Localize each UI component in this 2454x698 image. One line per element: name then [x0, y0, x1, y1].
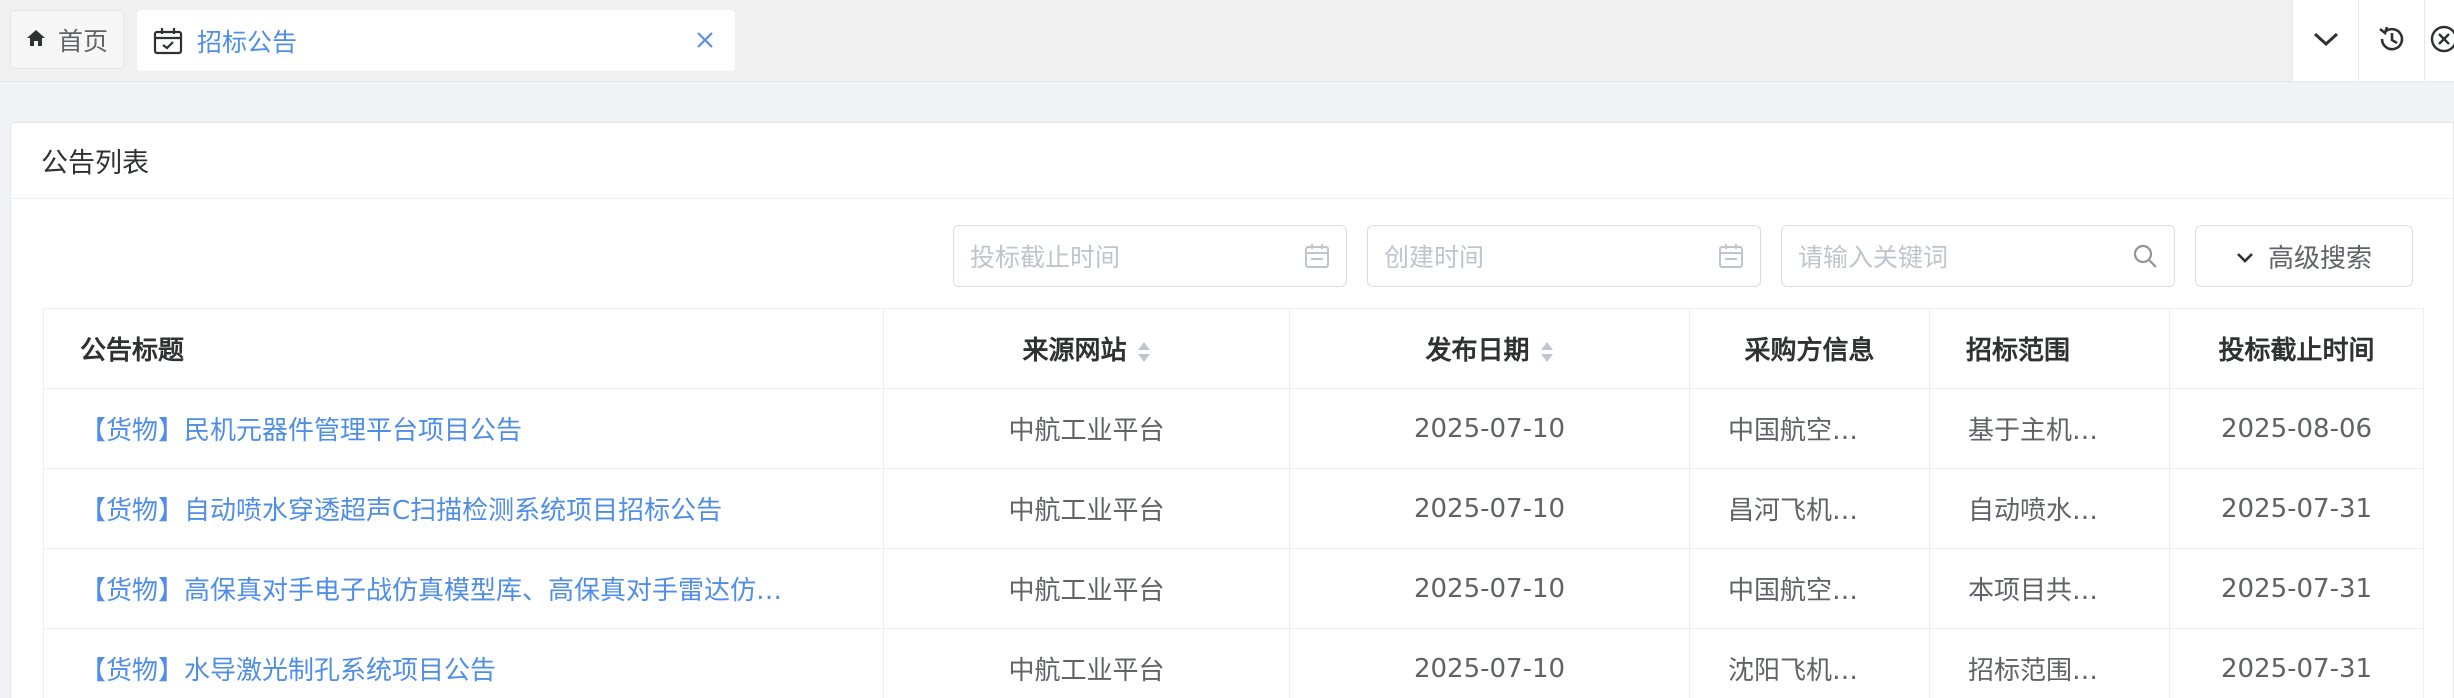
- row-buyer: 昌河飞机…: [1689, 468, 1930, 549]
- announcement-card: 公告列表 投标截止时间 创建时间 请输入关键词 高级搜索 公告标题 来源网站 发…: [10, 122, 2454, 698]
- row-range: 招标范围…: [1929, 628, 2170, 698]
- announcement-table: 公告标题 来源网站 发布日期 采购方信息 招标范围 投标截止时间 【货物】民机元…: [43, 308, 2424, 698]
- header-source[interactable]: 来源网站: [883, 308, 1290, 389]
- row-source: 中航工业平台: [883, 548, 1290, 629]
- table-row: 【货物】民机元器件管理平台项目公告 中航工业平台 2025-07-10 中国航空…: [43, 388, 2424, 469]
- row-date: 2025-07-10: [1289, 628, 1690, 698]
- history-icon: [2376, 23, 2408, 59]
- row-date: 2025-07-10: [1289, 388, 1690, 469]
- row-source: 中航工业平台: [883, 628, 1290, 698]
- search-icon: [2132, 243, 2158, 275]
- row-title-link[interactable]: 【货物】水导激光制孔系统项目公告: [43, 628, 884, 698]
- header-date[interactable]: 发布日期: [1289, 308, 1690, 389]
- row-deadline: 2025-07-31: [2169, 628, 2424, 698]
- tab-active-label: 招标公告: [197, 27, 298, 57]
- row-buyer: 沈阳飞机…: [1689, 628, 1930, 698]
- row-source: 中航工业平台: [883, 468, 1290, 549]
- row-deadline: 2025-07-31: [2169, 468, 2424, 549]
- sort-icon[interactable]: [1137, 340, 1151, 364]
- header-title: 公告标题: [43, 308, 884, 389]
- row-deadline: 2025-08-06: [2169, 388, 2424, 469]
- row-title-link[interactable]: 【货物】高保真对手电子战仿真模型库、高保真对手雷达仿…: [43, 548, 884, 629]
- deadline-date-picker[interactable]: 投标截止时间: [953, 225, 1347, 287]
- row-date: 2025-07-10: [1289, 468, 1690, 549]
- row-buyer: 中国航空…: [1689, 548, 1930, 629]
- row-title-link[interactable]: 【货物】自动喷水穿透超声C扫描检测系统项目招标公告: [43, 468, 884, 549]
- row-date: 2025-07-10: [1289, 548, 1690, 629]
- chevron-down-icon: [2313, 31, 2339, 51]
- row-range: 自动喷水…: [1929, 468, 2170, 549]
- created-date-picker[interactable]: 创建时间: [1367, 225, 1761, 287]
- close-all-button[interactable]: [2424, 0, 2454, 81]
- row-range: 基于主机…: [1929, 388, 2170, 469]
- close-icon[interactable]: [691, 26, 719, 54]
- history-button[interactable]: [2358, 0, 2424, 81]
- tab-home-label: 首页: [57, 26, 108, 56]
- tab-tools: [2292, 0, 2454, 81]
- row-deadline: 2025-07-31: [2169, 548, 2424, 629]
- sort-icon[interactable]: [1540, 340, 1554, 364]
- header-buyer: 采购方信息: [1689, 308, 1930, 389]
- keyword-search-input[interactable]: 请输入关键词: [1781, 225, 2175, 287]
- circle-close-icon: [2429, 24, 2454, 58]
- tab-bar: 首页 招标公告: [0, 0, 2454, 82]
- deadline-placeholder: 投标截止时间: [970, 243, 1121, 272]
- tab-home[interactable]: 首页: [10, 10, 124, 69]
- advanced-search-button[interactable]: 高级搜索: [2195, 225, 2413, 287]
- table-row: 【货物】水导激光制孔系统项目公告 中航工业平台 2025-07-10 沈阳飞机……: [43, 628, 2424, 698]
- table-row: 【货物】高保真对手电子战仿真模型库、高保真对手雷达仿… 中航工业平台 2025-…: [43, 548, 2424, 629]
- table-header-row: 公告标题 来源网站 发布日期 采购方信息 招标范围 投标截止时间: [43, 308, 2424, 389]
- created-placeholder: 创建时间: [1384, 243, 1485, 272]
- row-source: 中航工业平台: [883, 388, 1290, 469]
- chevron-down-icon: [2236, 241, 2254, 271]
- calendar-check-icon: [153, 27, 183, 55]
- tab-bid-announcement[interactable]: 招标公告: [137, 10, 735, 71]
- calendar-icon: [1304, 243, 1330, 275]
- header-deadline: 投标截止时间: [2169, 308, 2424, 389]
- table-row: 【货物】自动喷水穿透超声C扫描检测系统项目招标公告 中航工业平台 2025-07…: [43, 468, 2424, 549]
- keyword-placeholder: 请输入关键词: [1798, 243, 1949, 272]
- home-icon: [26, 25, 46, 54]
- advanced-search-label: 高级搜索: [2267, 243, 2372, 274]
- tabs-dropdown-button[interactable]: [2292, 0, 2358, 81]
- row-title-link[interactable]: 【货物】民机元器件管理平台项目公告: [43, 388, 884, 469]
- calendar-icon: [1718, 243, 1744, 275]
- card-title: 公告列表: [11, 123, 2453, 199]
- header-range: 招标范围: [1929, 308, 2170, 389]
- row-range: 本项目共…: [1929, 548, 2170, 629]
- row-buyer: 中国航空…: [1689, 388, 1930, 469]
